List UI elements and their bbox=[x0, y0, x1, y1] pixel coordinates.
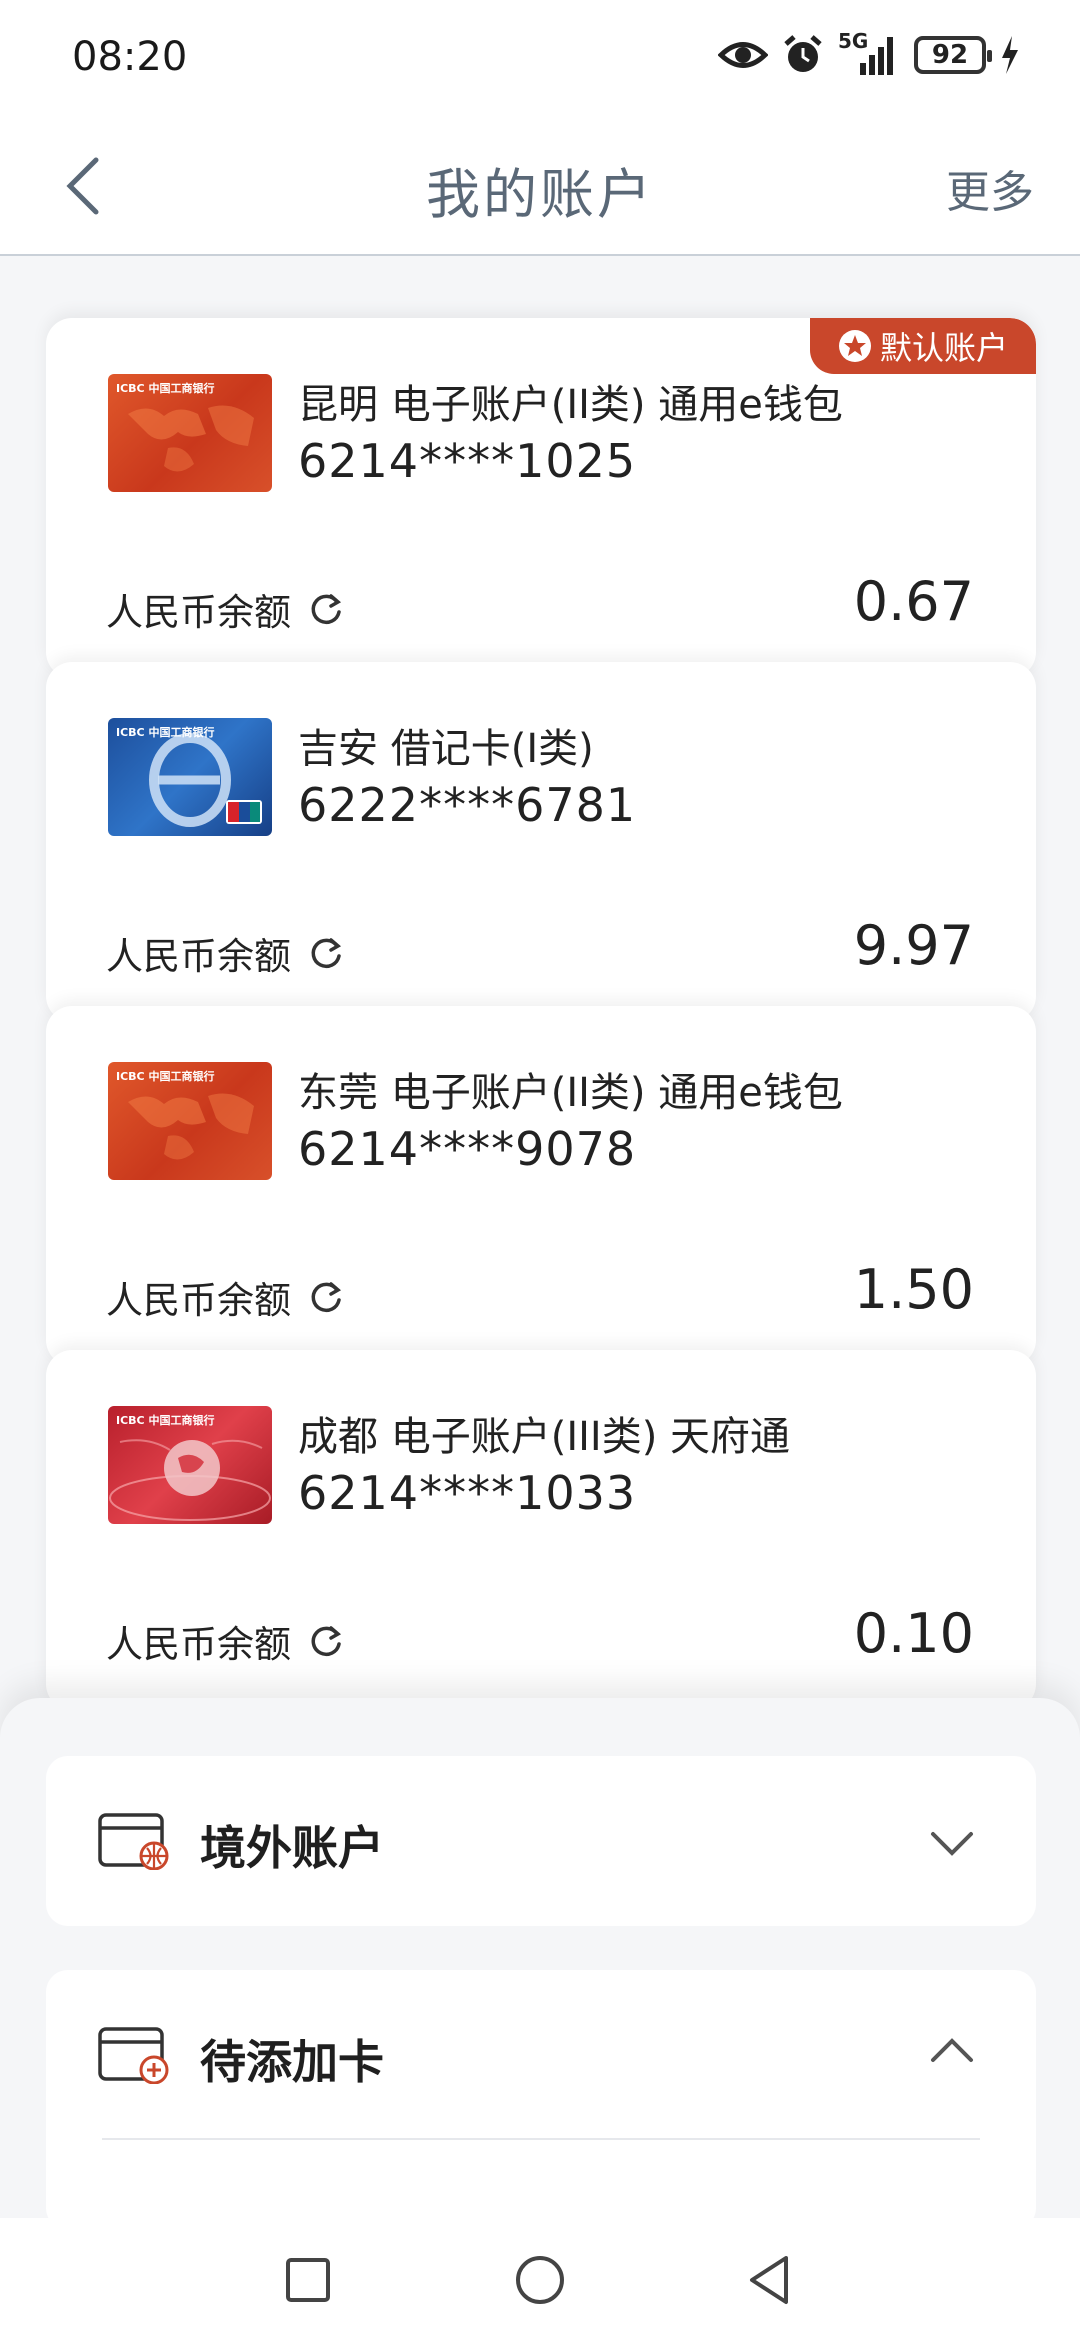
battery-icon: 92 bbox=[914, 36, 992, 74]
card-globe-icon bbox=[98, 1813, 169, 1870]
section-divider bbox=[102, 2138, 980, 2140]
account-card[interactable]: ICBC 中国工商银行 成都 电子账户(III类) 天府通 6214****10… bbox=[46, 1350, 1036, 1710]
more-button[interactable]: 更多 bbox=[946, 156, 1034, 220]
status-icons: 5G 92 bbox=[718, 29, 1020, 80]
balance-value: 0.67 bbox=[853, 570, 974, 633]
account-name: 成都 电子账户(III类) 天府通 bbox=[298, 1414, 791, 1460]
alarm-icon bbox=[784, 35, 822, 72]
account-name: 东莞 电子账户(II类) 通用e钱包 bbox=[298, 1070, 843, 1116]
balance-label-text: 人民币余额 bbox=[106, 1623, 291, 1666]
card-image: ICBC 中国工商银行 bbox=[108, 1406, 272, 1524]
refresh-icon[interactable] bbox=[307, 1622, 345, 1660]
account-name: 昆明 电子账户(II类) 通用e钱包 bbox=[298, 382, 843, 428]
balance-value: 9.97 bbox=[853, 914, 974, 977]
overseas-accounts-section[interactable]: 境外账户 bbox=[46, 1756, 1036, 1926]
balance-label: 人民币余额 bbox=[106, 1614, 345, 1668]
star-icon bbox=[838, 330, 871, 362]
balance-label-text: 人民币余额 bbox=[106, 1279, 291, 1322]
pending-cards-section[interactable]: 待添加卡 bbox=[46, 1970, 1036, 2230]
bottom-sheet: 境外账户 待添加卡 bbox=[0, 1698, 1080, 2230]
chevron-down-icon[interactable] bbox=[930, 1828, 974, 1858]
account-card[interactable]: ICBC 中国工商银行 东莞 电子账户(II类) 通用e钱包 6214****9… bbox=[46, 1006, 1036, 1366]
card-image: ICBC 中国工商银行 bbox=[108, 718, 272, 836]
status-time: 08:20 bbox=[72, 34, 188, 80]
card-image: ICBC 中国工商银行 bbox=[108, 1062, 272, 1180]
refresh-icon[interactable] bbox=[307, 590, 345, 628]
card-image: ICBC 中国工商银行 bbox=[108, 374, 272, 492]
account-number: 6214****1033 bbox=[298, 1466, 637, 1520]
recents-square-icon[interactable] bbox=[280, 2252, 336, 2308]
balance-label: 人民币余额 bbox=[106, 582, 345, 636]
overseas-accounts-title: 境外账户 bbox=[200, 1821, 384, 1875]
account-number: 6214****1025 bbox=[298, 434, 637, 488]
balance-label-text: 人民币余额 bbox=[106, 935, 291, 978]
balance-value: 1.50 bbox=[853, 1258, 974, 1321]
default-account-badge: 默认账户 bbox=[810, 318, 1036, 374]
signal-icon: 5G bbox=[838, 29, 900, 77]
page-title: 我的账户 bbox=[426, 163, 654, 226]
refresh-icon[interactable] bbox=[307, 934, 345, 972]
home-circle-icon[interactable] bbox=[512, 2252, 568, 2308]
charging-icon bbox=[1002, 36, 1018, 74]
refresh-icon[interactable] bbox=[307, 1278, 345, 1316]
account-card[interactable]: ICBC 中国工商银行 昆明 电子账户(II类) 通用e钱包 6214****1… bbox=[46, 318, 1036, 678]
account-name: 吉安 借记卡(I类) bbox=[298, 726, 594, 772]
balance-label: 人民币余额 bbox=[106, 926, 345, 980]
chevron-up-icon[interactable] bbox=[930, 2036, 974, 2066]
balance-value: 0.10 bbox=[853, 1602, 974, 1665]
account-number: 6214****9078 bbox=[298, 1122, 637, 1176]
eye-icon bbox=[718, 42, 768, 68]
header-bar: 我的账户 更多 bbox=[0, 120, 1080, 256]
back-triangle-icon[interactable] bbox=[742, 2252, 798, 2308]
battery-level: 92 bbox=[931, 40, 969, 70]
balance-label-text: 人民币余额 bbox=[106, 591, 291, 634]
system-nav-bar bbox=[0, 2218, 1080, 2340]
pending-cards-title: 待添加卡 bbox=[200, 2035, 384, 2089]
account-card[interactable]: ICBC 中国工商银行 吉安 借记卡(I类) 6222****6781 人民币余… bbox=[46, 662, 1036, 1022]
default-badge-label: 默认账户 bbox=[879, 329, 1008, 367]
account-list: ICBC 中国工商银行 昆明 电子账户(II类) 通用e钱包 6214****1… bbox=[46, 318, 1036, 1710]
status-bar: 08:20 5G 92 bbox=[0, 0, 1080, 120]
card-add-icon bbox=[98, 2027, 169, 2084]
account-number: 6222****6781 bbox=[298, 778, 637, 832]
balance-label: 人民币余额 bbox=[106, 1270, 345, 1324]
